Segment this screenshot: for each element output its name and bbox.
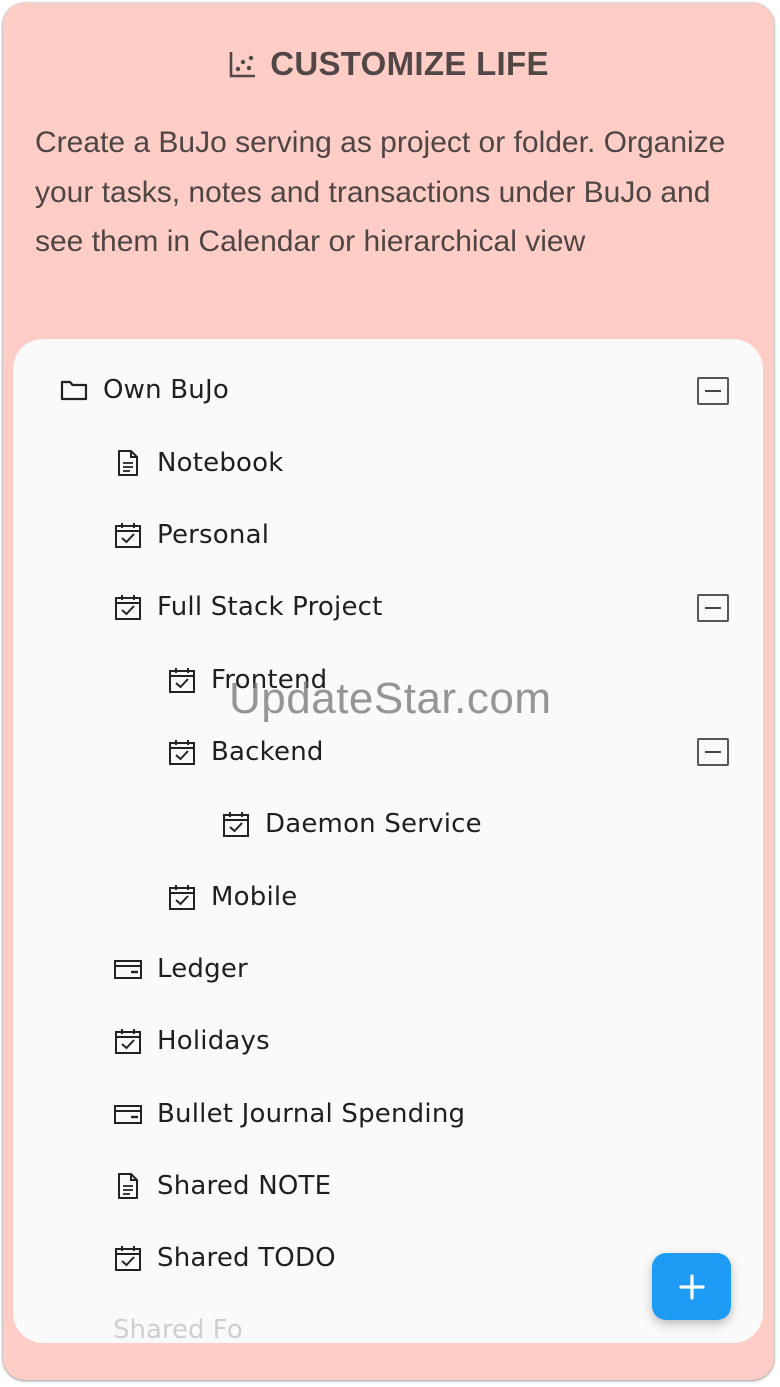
tree-item-partial[interactable]: Shared Fo bbox=[113, 1301, 243, 1341]
tree-item-label: Full Stack Project bbox=[157, 592, 383, 622]
tree-item-holidays[interactable]: Holidays bbox=[113, 1017, 270, 1065]
tree-item-label: Holidays bbox=[157, 1026, 270, 1056]
bujo-tree-panel: Own BuJo Notebook Personal Full Stack Pr… bbox=[13, 339, 763, 1343]
tree-item-label: Daemon Service bbox=[265, 809, 482, 839]
calendar-check-icon bbox=[169, 668, 195, 693]
tree-item-label: Shared Fo bbox=[113, 1315, 243, 1341]
tree-item-label: Ledger bbox=[157, 954, 248, 984]
feature-description: Create a BuJo serving as project or fold… bbox=[35, 126, 726, 258]
tree-item-personal[interactable]: Personal bbox=[113, 511, 269, 559]
tree-item-label: Bullet Journal Spending bbox=[157, 1099, 466, 1129]
tree-item-bullet-journal-spending[interactable]: Bullet Journal Spending bbox=[113, 1090, 465, 1138]
customize-life-card: CUSTOMIZE LIFE Create a BuJo serving as … bbox=[3, 3, 774, 1380]
tree-item-full-stack-project[interactable]: Full Stack Project bbox=[113, 583, 383, 631]
tree-item-label: Personal bbox=[157, 520, 270, 550]
tree-item-label: Own BuJo bbox=[103, 375, 229, 405]
calendar-check-icon bbox=[223, 812, 249, 837]
wallet-icon bbox=[114, 1105, 142, 1124]
tree-item-label: Shared TODO bbox=[157, 1243, 336, 1273]
tree-item-label: Backend bbox=[211, 737, 324, 767]
calendar-check-icon bbox=[115, 1029, 141, 1054]
tree-item-backend[interactable]: Backend bbox=[167, 728, 324, 776]
collapse-full-stack-project-button[interactable] bbox=[697, 594, 729, 622]
collapse-own-bujo-button[interactable] bbox=[697, 377, 729, 405]
calendar-check-icon bbox=[115, 595, 141, 620]
calendar-check-icon bbox=[169, 740, 195, 765]
folder-icon bbox=[60, 380, 88, 401]
tree-item-shared-todo[interactable]: Shared TODO bbox=[113, 1234, 336, 1282]
calendar-check-icon bbox=[169, 885, 195, 910]
tree-item-ledger[interactable]: Ledger bbox=[113, 945, 248, 993]
calendar-check-icon bbox=[115, 1246, 141, 1271]
note-icon bbox=[118, 450, 138, 476]
watermark: UpdateStar.com bbox=[229, 674, 552, 723]
tree-item-shared-note[interactable]: Shared NOTE bbox=[113, 1162, 331, 1210]
tree-item-daemon-service[interactable]: Daemon Service bbox=[221, 800, 482, 848]
chart-dots-icon bbox=[229, 52, 256, 78]
plus-icon bbox=[678, 1273, 705, 1300]
wallet-icon bbox=[114, 960, 142, 979]
tree-item-notebook[interactable]: Notebook bbox=[113, 439, 284, 487]
tree-item-mobile[interactable]: Mobile bbox=[167, 873, 298, 921]
tree-item-label: Mobile bbox=[211, 882, 298, 912]
tree-item-label: Notebook bbox=[157, 448, 284, 478]
page-title: CUSTOMIZE LIFE bbox=[270, 45, 549, 82]
tree-item-own-bujo[interactable]: Own BuJo bbox=[59, 366, 229, 414]
tree-item-label: Shared NOTE bbox=[157, 1171, 332, 1201]
note-icon bbox=[118, 1173, 138, 1199]
add-bujo-button[interactable] bbox=[652, 1253, 731, 1320]
calendar-check-icon bbox=[115, 523, 141, 548]
collapse-backend-button[interactable] bbox=[697, 738, 729, 766]
header: CUSTOMIZE LIFE bbox=[3, 39, 774, 89]
